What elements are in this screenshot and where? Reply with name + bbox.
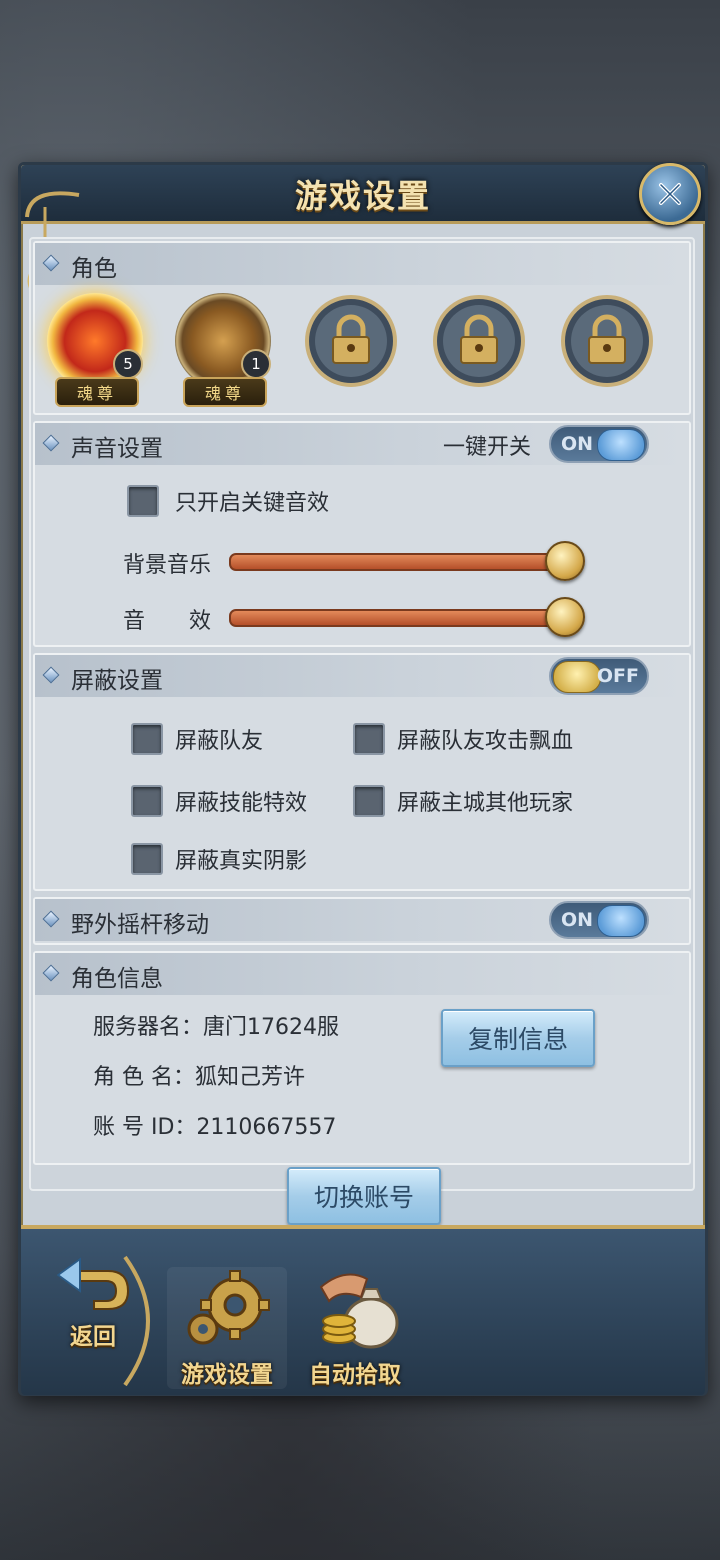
role-info-title: 角色信息	[71, 966, 163, 992]
account-id-label: 账 号 ID：	[93, 1115, 197, 1140]
rank-label: 魂尊	[55, 377, 139, 407]
block-option-label: 屏蔽队友攻击飘血	[397, 729, 574, 754]
lock-icon	[561, 295, 653, 387]
tab-game-settings[interactable]: 游戏设置	[167, 1267, 287, 1389]
game-settings-label: 游戏设置	[181, 1362, 273, 1388]
role-slot-1[interactable]: 5 魂尊	[47, 293, 143, 407]
role-name-value: 狐知己芳许	[195, 1065, 306, 1090]
bgm-slider-handle[interactable]	[544, 541, 585, 581]
block-teammate-damage-checkbox[interactable]	[353, 723, 385, 755]
lock-icon	[305, 295, 397, 387]
role-name-label: 角 色 名：	[93, 1065, 195, 1090]
rank-label: 魂尊	[183, 377, 267, 407]
diamond-icon	[42, 254, 60, 272]
sfx-label: 音 效	[123, 609, 212, 634]
tab-auto-pickup[interactable]: 自动拾取	[293, 1267, 417, 1389]
block-shadows-checkbox[interactable]	[131, 843, 163, 875]
settings-content: 角色 5 魂尊 1 魂尊 声音设置 一键开关 ON 只开启关键音效 背景音乐 音…	[29, 237, 695, 1191]
joystick-title: 野外摇杆移动	[71, 912, 209, 938]
server-label: 服务器名：	[93, 1015, 204, 1040]
title-bar: 游戏设置	[21, 163, 705, 225]
block-teammates-checkbox[interactable]	[131, 723, 163, 755]
switch-account-button[interactable]: 切换账号	[287, 1167, 441, 1225]
roles-section: 角色 5 魂尊 1 魂尊	[33, 241, 691, 415]
joystick-toggle[interactable]: ON	[549, 901, 649, 939]
page-title: 游戏设置	[294, 177, 431, 215]
role-slot-2[interactable]: 1 魂尊	[175, 293, 271, 407]
diamond-icon	[42, 964, 60, 982]
sfx-slider[interactable]	[229, 609, 577, 627]
roles-title: 角色	[71, 256, 117, 282]
bgm-slider[interactable]	[229, 553, 577, 571]
role-slot-4[interactable]	[431, 293, 527, 389]
block-section: 屏蔽设置 OFF 屏蔽队友 屏蔽队友攻击飘血 屏蔽技能特效 屏蔽主城其他玩家 屏…	[33, 653, 691, 891]
lock-icon	[433, 295, 525, 387]
diamond-icon	[42, 666, 60, 684]
account-id-value: 2110667557	[196, 1115, 337, 1140]
sound-section: 声音设置 一键开关 ON 只开启关键音效 背景音乐 音 效	[33, 421, 691, 647]
diamond-icon	[42, 434, 60, 452]
block-title: 屏蔽设置	[71, 668, 163, 694]
level-badge: 1	[241, 349, 271, 379]
sound-master-toggle[interactable]: ON	[549, 425, 649, 463]
block-option-label: 屏蔽主城其他玩家	[397, 791, 574, 816]
master-switch-label: 一键开关	[443, 435, 532, 460]
joystick-section: 野外摇杆移动 ON	[33, 897, 691, 945]
close-icon	[659, 183, 681, 205]
settings-panel: 游戏设置 角色 5 魂尊 1 魂尊 声音设置 一键开关 ON 只开启关键音效 背…	[18, 162, 708, 1396]
copy-info-button[interactable]: 复制信息	[441, 1009, 595, 1067]
close-button[interactable]	[639, 163, 701, 225]
role-info-section: 角色信息 服务器名：唐门17624服 角 色 名：狐知己芳许 账 号 ID：21…	[33, 951, 691, 1165]
sound-title: 声音设置	[71, 436, 163, 462]
role-slot-5[interactable]	[559, 293, 655, 389]
diamond-icon	[42, 910, 60, 928]
block-skill-effects-checkbox[interactable]	[131, 785, 163, 817]
block-city-players-checkbox[interactable]	[353, 785, 385, 817]
sfx-slider-handle[interactable]	[544, 597, 585, 637]
auto-pickup-label: 自动拾取	[309, 1362, 401, 1388]
role-slot-3[interactable]	[303, 293, 399, 389]
key-sound-checkbox[interactable]	[127, 485, 159, 517]
key-sound-label: 只开启关键音效	[175, 491, 330, 516]
block-option-label: 屏蔽真实阴影	[175, 849, 308, 874]
block-option-label: 屏蔽队友	[175, 729, 264, 754]
gear-icon	[187, 1270, 270, 1345]
level-badge: 5	[113, 349, 143, 379]
block-option-label: 屏蔽技能特效	[175, 791, 308, 816]
block-toggle[interactable]: OFF	[549, 657, 649, 695]
server-value: 唐门17624服	[203, 1015, 340, 1040]
bottom-nav: 返回 游戏设置 自动拾取	[21, 1225, 705, 1395]
bgm-label: 背景音乐	[123, 553, 212, 578]
money-bag-icon	[319, 1273, 399, 1349]
